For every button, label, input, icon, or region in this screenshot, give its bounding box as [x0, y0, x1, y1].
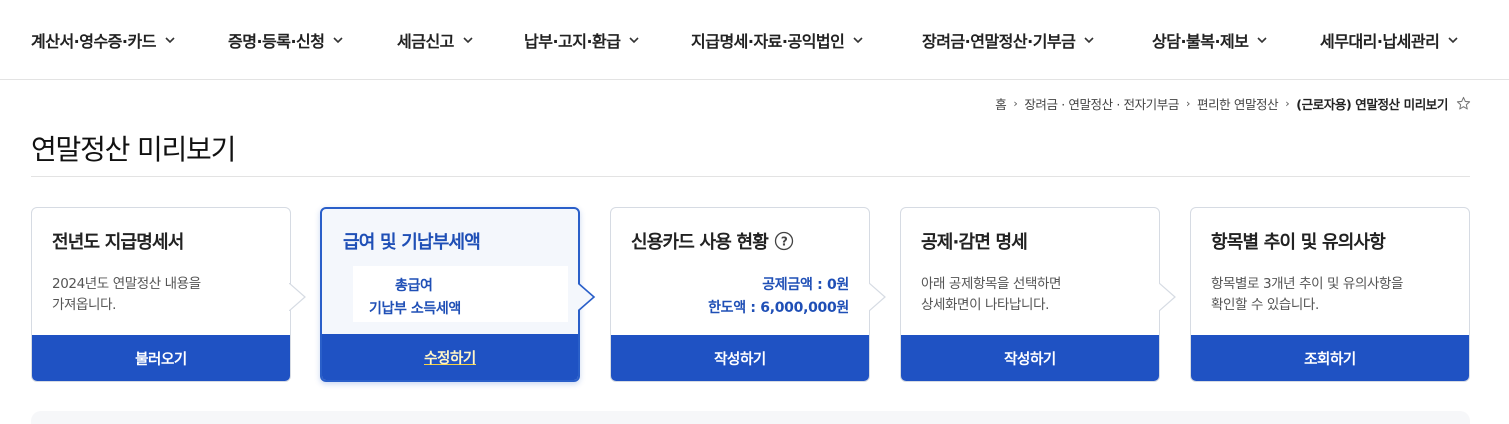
chevron-right-icon: ›	[1185, 97, 1190, 110]
write-button[interactable]: 작성하기	[901, 335, 1159, 381]
card-title: 항목별 추이 및 유의사항	[1211, 232, 1386, 253]
chevron-down-icon	[1448, 37, 1458, 44]
card-credit-card-usage: 신용카드 사용 현황 ? 공제금액 : 0원 한도액 : 6,000,000원 …	[610, 207, 870, 382]
nav-item-label: 세무대리·납세관리	[1320, 32, 1440, 51]
salary-amount-box: 총급여 기납부 소득세액	[353, 266, 568, 322]
chevron-down-icon	[165, 37, 175, 44]
card-trend-notes: 항목별 추이 및 유의사항 항목별로 3개년 추이 및 유의사항을 확인할 수 …	[1190, 207, 1470, 382]
nav-item-payment-refund[interactable]: 납부·고지·환급	[524, 28, 640, 52]
card-description-line: 2024년도 연말정산 내용을	[52, 276, 201, 292]
title-divider	[31, 176, 1470, 177]
nav-item-label: 지급명세·자료·공익법인	[691, 32, 845, 51]
nav-item-label: 납부·고지·환급	[524, 32, 621, 51]
card-title: 공제·감면 명세	[921, 232, 1028, 253]
deduction-summary: 공제금액 : 0원 한도액 : 6,000,000원	[708, 274, 849, 320]
step-arrow-icon	[578, 283, 596, 311]
chevron-right-icon: ›	[1285, 97, 1290, 110]
chevron-right-icon: ›	[1013, 97, 1018, 110]
svg-text:?: ?	[781, 234, 788, 248]
nav-item-label: 계산서·영수증·카드	[31, 32, 156, 51]
step-arrow-icon	[869, 283, 886, 311]
content-panel	[31, 411, 1470, 424]
card-description: 아래 공제항목을 선택하면 상세화면이 나타납니다.	[921, 274, 1061, 316]
card-description-line: 확인할 수 있습니다.	[1211, 297, 1319, 313]
nav-item-certificate-registration[interactable]: 증명·등록·신청	[228, 28, 344, 52]
nav-item-label: 상담·불복·제보	[1152, 32, 1249, 51]
chevron-down-icon	[1257, 37, 1268, 44]
write-button[interactable]: 작성하기	[611, 335, 869, 381]
card-description-line: 아래 공제항목을 선택하면	[921, 276, 1062, 292]
edit-button[interactable]: 수정하기	[322, 334, 578, 380]
breadcrumb: 홈 › 장려금 · 연말정산 · 전자기부금 › 편리한 연말정산 › (근로자…	[995, 94, 1471, 113]
card-description: 2024년도 연말정산 내용을 가져옵니다.	[52, 274, 201, 316]
card-salary-prepaid-tax: 급여 및 기납부세액 총급여 기납부 소득세액 수정하기	[320, 207, 580, 382]
page-title: 연말정산 미리보기	[31, 133, 236, 166]
card-prior-year-statement: 전년도 지급명세서 2024년도 연말정산 내용을 가져옵니다. 불러오기	[31, 207, 291, 382]
chevron-down-icon	[463, 37, 473, 44]
step-arrow-icon	[289, 283, 306, 311]
deduction-amount: 공제금액 : 0원	[762, 277, 849, 293]
prepaid-income-tax-label: 기납부 소득세액	[369, 301, 461, 317]
step-arrow-icon	[1159, 283, 1176, 311]
load-button[interactable]: 불러오기	[32, 335, 290, 381]
card-description: 항목별로 3개년 추이 및 유의사항을 확인할 수 있습니다.	[1211, 274, 1403, 316]
nav-item-label: 증명·등록·신청	[228, 32, 325, 51]
top-navigation: 계산서·영수증·카드 증명·등록·신청 세금신고 납부·고지·환급 지급명세·자…	[0, 0, 1509, 80]
nav-item-consult-appeal[interactable]: 상담·불복·제보	[1152, 28, 1268, 52]
nav-item-tax-agent[interactable]: 세무대리·납세관리	[1320, 28, 1459, 52]
nav-item-payment-statement[interactable]: 지급명세·자료·공익법인	[691, 28, 864, 52]
chevron-down-icon	[629, 37, 640, 44]
card-title: 전년도 지급명세서	[52, 232, 184, 253]
nav-item-incentive-year-end[interactable]: 장려금·연말정산·기부금	[922, 28, 1095, 52]
total-salary-label: 총급여	[395, 278, 433, 294]
question-circle-icon[interactable]: ?	[774, 231, 794, 251]
nav-item-label: 세금신고	[397, 32, 454, 51]
card-title-wrap: 신용카드 사용 현황 ?	[631, 228, 794, 254]
card-description-line: 항목별로 3개년 추이 및 유의사항을	[1211, 276, 1404, 292]
chevron-down-icon	[853, 37, 863, 44]
breadcrumb-home[interactable]: 홈	[995, 94, 1007, 113]
card-title: 신용카드 사용 현황	[631, 232, 769, 253]
card-title: 급여 및 기납부세액	[343, 232, 481, 253]
edit-button-label: 수정하기	[424, 350, 476, 367]
deduction-limit: 한도액 : 6,000,000원	[708, 300, 849, 316]
chevron-down-icon	[1084, 37, 1094, 44]
card-description-line: 상세화면이 나타납니다.	[921, 297, 1049, 313]
nav-item-invoice-receipt-card[interactable]: 계산서·영수증·카드	[31, 28, 176, 52]
breadcrumb-current: (근로자용) 연말정산 미리보기	[1296, 97, 1448, 112]
card-deduction-reduction: 공제·감면 명세 아래 공제항목을 선택하면 상세화면이 나타납니다. 작성하기	[900, 207, 1160, 382]
nav-item-tax-return[interactable]: 세금신고	[397, 28, 474, 52]
star-icon[interactable]	[1456, 96, 1471, 111]
chevron-down-icon	[333, 37, 344, 44]
breadcrumb-convenient-year-end[interactable]: 편리한 연말정산	[1197, 94, 1279, 113]
view-button[interactable]: 조회하기	[1191, 335, 1469, 381]
card-description-line: 가져옵니다.	[52, 297, 116, 313]
breadcrumb-incentive[interactable]: 장려금 · 연말정산 · 전자기부금	[1024, 94, 1179, 113]
nav-item-label: 장려금·연말정산·기부금	[922, 32, 1076, 51]
